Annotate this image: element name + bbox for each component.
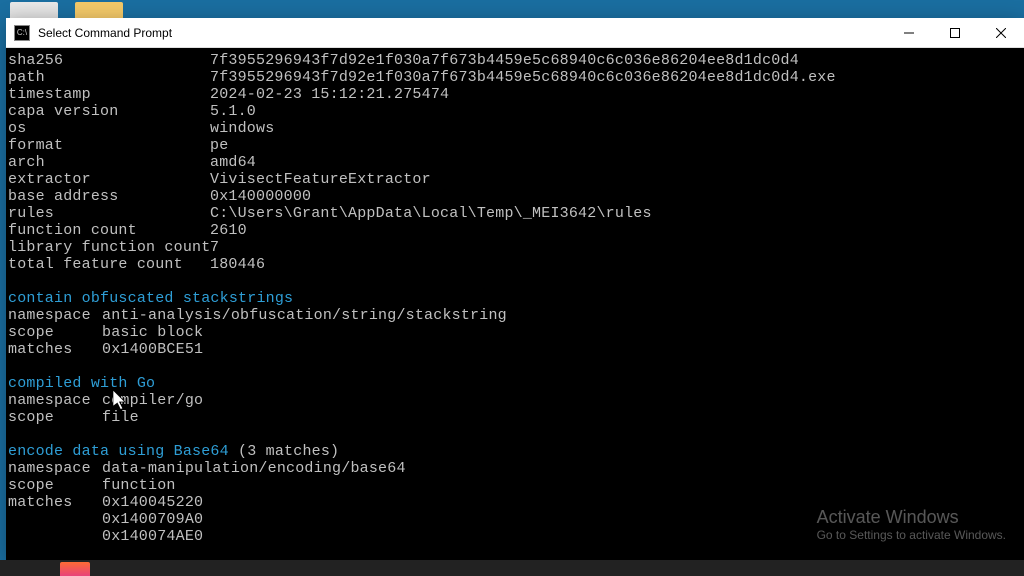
meta-key: arch (8, 154, 210, 171)
window-controls (886, 18, 1024, 47)
meta-row: library function count7 (8, 239, 1022, 256)
rule-detail-key: scope (8, 477, 102, 494)
rule-match-address: 0x140074AE0 (102, 528, 203, 545)
blank-line (8, 358, 1022, 375)
rule-detail-value: 0x1400BCE51 (102, 341, 203, 358)
minimize-icon (904, 28, 914, 38)
rule-match-address: 0x1400709A0 (102, 511, 203, 528)
meta-key: sha256 (8, 52, 210, 69)
meta-row: path7f3955296943f7d92e1f030a7f673b4459e5… (8, 69, 1022, 86)
maximize-button[interactable] (932, 18, 978, 47)
blank-line (8, 426, 1022, 443)
rule-detail-row: namespacecompiler/go (8, 392, 1022, 409)
meta-row: oswindows (8, 120, 1022, 137)
meta-key: capa version (8, 103, 210, 120)
rule-detail-row: scopefunction (8, 477, 1022, 494)
meta-row: formatpe (8, 137, 1022, 154)
meta-row: archamd64 (8, 154, 1022, 171)
rule-detail-value: anti-analysis/obfuscation/string/stackst… (102, 307, 507, 324)
meta-value: C:\Users\Grant\AppData\Local\Temp\_MEI36… (210, 205, 652, 222)
meta-key: format (8, 137, 210, 154)
rule-detail-key: namespace (8, 392, 102, 409)
watermark-title: Activate Windows (817, 507, 1006, 528)
terminal-output[interactable]: sha2567f3955296943f7d92e1f030a7f673b4459… (6, 48, 1024, 547)
meta-row: total feature count180446 (8, 256, 1022, 273)
meta-value: 180446 (210, 256, 265, 273)
taskbar[interactable] (0, 560, 1024, 576)
meta-key: base address (8, 188, 210, 205)
rule-detail-row: namespacedata-manipulation/encoding/base… (8, 460, 1022, 477)
rule-detail-key: namespace (8, 460, 102, 477)
rule-detail-key: scope (8, 409, 102, 426)
rule-header: contain obfuscated stackstrings (8, 290, 1022, 307)
rule-detail-key: namespace (8, 307, 102, 324)
rule-detail-row: scopebasic block (8, 324, 1022, 341)
meta-value: windows (210, 120, 274, 137)
meta-row: capa version5.1.0 (8, 103, 1022, 120)
rule-detail-key: matches (8, 341, 102, 358)
meta-value: 7f3955296943f7d92e1f030a7f673b4459e5c689… (210, 69, 836, 86)
meta-key: function count (8, 222, 210, 239)
blank-line (8, 273, 1022, 290)
meta-row: timestamp2024-02-23 15:12:21.275474 (8, 86, 1022, 103)
rule-match-count: (3 matches) (229, 443, 339, 460)
meta-key: extractor (8, 171, 210, 188)
rule-detail-value: function (102, 477, 176, 494)
command-prompt-window: C:\ Select Command Prompt sha2567f395529… (6, 18, 1024, 560)
rule-detail-value: compiler/go (102, 392, 203, 409)
window-title: Select Command Prompt (38, 26, 886, 40)
rule-detail-value: 0x140045220 (102, 494, 203, 511)
rule-detail-key: scope (8, 324, 102, 341)
activate-windows-watermark: Activate Windows Go to Settings to activ… (817, 507, 1006, 542)
rule-header: compiled with Go (8, 375, 1022, 392)
maximize-icon (950, 28, 960, 38)
meta-key: total feature count (8, 256, 210, 273)
rule-title: contain obfuscated stackstrings (8, 290, 293, 307)
rule-header: encode data using Base64 (3 matches) (8, 443, 1022, 460)
rule-title: compiled with Go (8, 375, 155, 392)
rule-title: encode data using Base64 (8, 443, 229, 460)
cmd-icon: C:\ (14, 25, 30, 41)
meta-key: timestamp (8, 86, 210, 103)
rule-detail-row: matches0x1400BCE51 (8, 341, 1022, 358)
meta-value: 2024-02-23 15:12:21.275474 (210, 86, 449, 103)
close-button[interactable] (978, 18, 1024, 47)
meta-row: base address0x140000000 (8, 188, 1022, 205)
rule-detail-value: basic block (102, 324, 203, 341)
rule-detail-row: namespaceanti-analysis/obfuscation/strin… (8, 307, 1022, 324)
meta-key: library function count (8, 239, 210, 256)
meta-value: 2610 (210, 222, 247, 239)
titlebar[interactable]: C:\ Select Command Prompt (6, 18, 1024, 48)
meta-value: amd64 (210, 154, 256, 171)
minimize-button[interactable] (886, 18, 932, 47)
meta-value: 5.1.0 (210, 103, 256, 120)
rule-detail-row: scopefile (8, 409, 1022, 426)
rule-detail-value: data-manipulation/encoding/base64 (102, 460, 406, 477)
meta-row: sha2567f3955296943f7d92e1f030a7f673b4459… (8, 52, 1022, 69)
meta-row: rulesC:\Users\Grant\AppData\Local\Temp\_… (8, 205, 1022, 222)
close-icon (996, 28, 1006, 38)
watermark-subtitle: Go to Settings to activate Windows. (817, 528, 1006, 542)
rule-detail-key: matches (8, 494, 102, 511)
meta-key: os (8, 120, 210, 137)
meta-value: 0x140000000 (210, 188, 311, 205)
meta-value: 7f3955296943f7d92e1f030a7f673b4459e5c689… (210, 52, 799, 69)
meta-key: path (8, 69, 210, 86)
meta-value: pe (210, 137, 228, 154)
taskbar-app-icon[interactable] (60, 562, 90, 576)
meta-key: rules (8, 205, 210, 222)
meta-value: 7 (210, 239, 219, 256)
meta-value: VivisectFeatureExtractor (210, 171, 431, 188)
meta-row: function count2610 (8, 222, 1022, 239)
rule-detail-value: file (102, 409, 139, 426)
meta-row: extractorVivisectFeatureExtractor (8, 171, 1022, 188)
